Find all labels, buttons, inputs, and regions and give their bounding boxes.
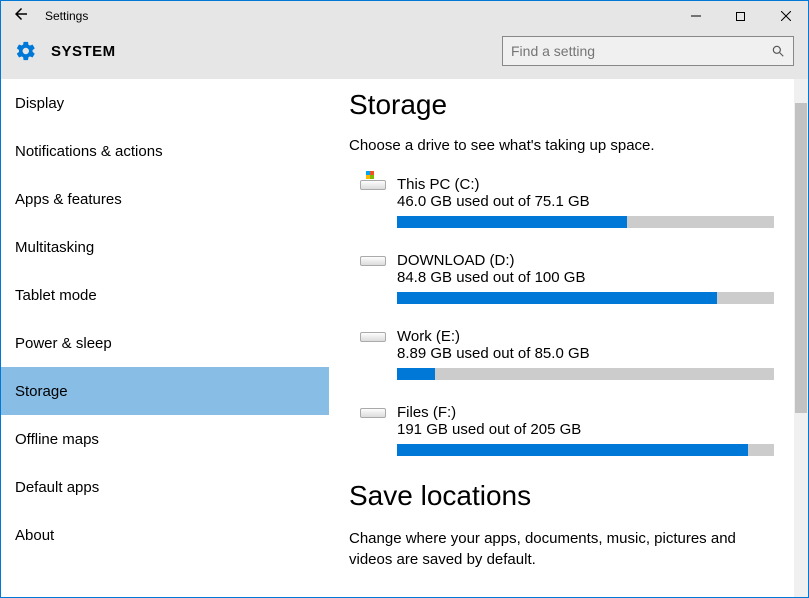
drive-icon: [349, 176, 397, 228]
window-title: Settings: [41, 9, 673, 23]
sidebar-item-label: Offline maps: [15, 431, 99, 448]
drive-usage-bar: [397, 292, 774, 304]
windows-drive-icon: [360, 180, 386, 190]
sidebar: Display Notifications & actions Apps & fea…: [1, 79, 329, 597]
content-wrap: Storage Choose a drive to see what's tak…: [329, 79, 808, 597]
body: Display Notifications & actions Apps & fea…: [1, 79, 808, 597]
sidebar-item-multitasking[interactable]: Multitasking: [1, 223, 329, 271]
drive-usage-text: 191 GB used out of 205 GB: [397, 421, 774, 438]
sidebar-item-label: Notifications & actions: [15, 143, 163, 160]
sidebar-item-storage[interactable]: Storage: [1, 367, 329, 415]
drive-usage-text: 8.89 GB used out of 85.0 GB: [397, 345, 774, 362]
close-icon: [781, 11, 791, 21]
drive-usage-bar: [397, 444, 774, 456]
arrow-left-icon: [12, 5, 30, 23]
drive-item[interactable]: This PC (C:)46.0 GB used out of 75.1 GB: [349, 176, 794, 228]
hard-drive-icon: [360, 332, 386, 342]
minimize-icon: [691, 11, 701, 21]
drive-list: This PC (C:)46.0 GB used out of 75.1 GB D…: [349, 176, 794, 456]
drive-usage-fill: [397, 444, 748, 456]
header: SYSTEM: [1, 31, 808, 79]
maximize-button[interactable]: [718, 1, 763, 31]
search-icon: [771, 44, 785, 58]
sidebar-item-label: Power & sleep: [15, 335, 112, 352]
drive-usage-fill: [397, 292, 717, 304]
minimize-button[interactable]: [673, 1, 718, 31]
sidebar-item-label: Storage: [15, 383, 68, 400]
save-locations-description: Change where your apps, documents, music…: [349, 528, 794, 570]
drive-item[interactable]: DOWNLOAD (D:)84.8 GB used out of 100 GB: [349, 252, 794, 304]
content: Storage Choose a drive to see what's tak…: [329, 79, 794, 597]
gear-icon: [15, 40, 37, 62]
sidebar-item-tablet-mode[interactable]: Tablet mode: [1, 271, 329, 319]
close-button[interactable]: [763, 1, 808, 31]
drive-usage-text: 46.0 GB used out of 75.1 GB: [397, 193, 774, 210]
drive-item[interactable]: Files (F:)191 GB used out of 205 GB: [349, 404, 794, 456]
maximize-icon: [736, 12, 745, 21]
sidebar-item-label: Tablet mode: [15, 287, 97, 304]
search-box[interactable]: [502, 36, 794, 66]
drive-icon: [349, 252, 397, 304]
sidebar-item-apps-features[interactable]: Apps & features: [1, 175, 329, 223]
drive-usage-fill: [397, 216, 627, 228]
drive-name: DOWNLOAD (D:): [397, 252, 774, 269]
sidebar-item-about[interactable]: About: [1, 511, 329, 559]
sidebar-item-notifications-actions[interactable]: Notifications & actions: [1, 127, 329, 175]
drive-info: This PC (C:)46.0 GB used out of 75.1 GB: [397, 176, 774, 228]
drive-item[interactable]: Work (E:)8.89 GB used out of 85.0 GB: [349, 328, 794, 380]
drive-info: Work (E:)8.89 GB used out of 85.0 GB: [397, 328, 774, 380]
sidebar-item-label: Default apps: [15, 479, 99, 496]
sidebar-item-label: About: [15, 527, 54, 544]
drive-usage-fill: [397, 368, 435, 380]
drive-icon: [349, 328, 397, 380]
window-controls: [673, 1, 808, 31]
drive-icon: [349, 404, 397, 456]
scrollbar-thumb[interactable]: [795, 103, 807, 413]
hard-drive-icon: [360, 408, 386, 418]
drive-usage-text: 84.8 GB used out of 100 GB: [397, 269, 774, 286]
drive-name: Files (F:): [397, 404, 774, 421]
sidebar-item-label: Display: [15, 95, 64, 112]
sidebar-item-display[interactable]: Display: [1, 79, 329, 127]
drive-info: Files (F:)191 GB used out of 205 GB: [397, 404, 774, 456]
drive-usage-bar: [397, 368, 774, 380]
drive-usage-bar: [397, 216, 774, 228]
storage-heading: Storage: [349, 89, 794, 121]
settings-window: Settings SYSTEM Display Notifications & a…: [0, 0, 809, 598]
save-locations-heading: Save locations: [349, 480, 794, 512]
scrollbar[interactable]: [794, 79, 808, 597]
sidebar-item-label: Multitasking: [15, 239, 94, 256]
drive-name: Work (E:): [397, 328, 774, 345]
header-title: SYSTEM: [51, 43, 116, 60]
hard-drive-icon: [360, 256, 386, 266]
sidebar-item-label: Apps & features: [15, 191, 122, 208]
drive-name: This PC (C:): [397, 176, 774, 193]
sidebar-item-power-sleep[interactable]: Power & sleep: [1, 319, 329, 367]
sidebar-item-offline-maps[interactable]: Offline maps: [1, 415, 329, 463]
back-button[interactable]: [1, 5, 41, 28]
search-input[interactable]: [511, 43, 771, 59]
sidebar-item-default-apps[interactable]: Default apps: [1, 463, 329, 511]
drive-info: DOWNLOAD (D:)84.8 GB used out of 100 GB: [397, 252, 774, 304]
titlebar: Settings: [1, 1, 808, 31]
storage-description: Choose a drive to see what's taking up s…: [349, 137, 794, 154]
